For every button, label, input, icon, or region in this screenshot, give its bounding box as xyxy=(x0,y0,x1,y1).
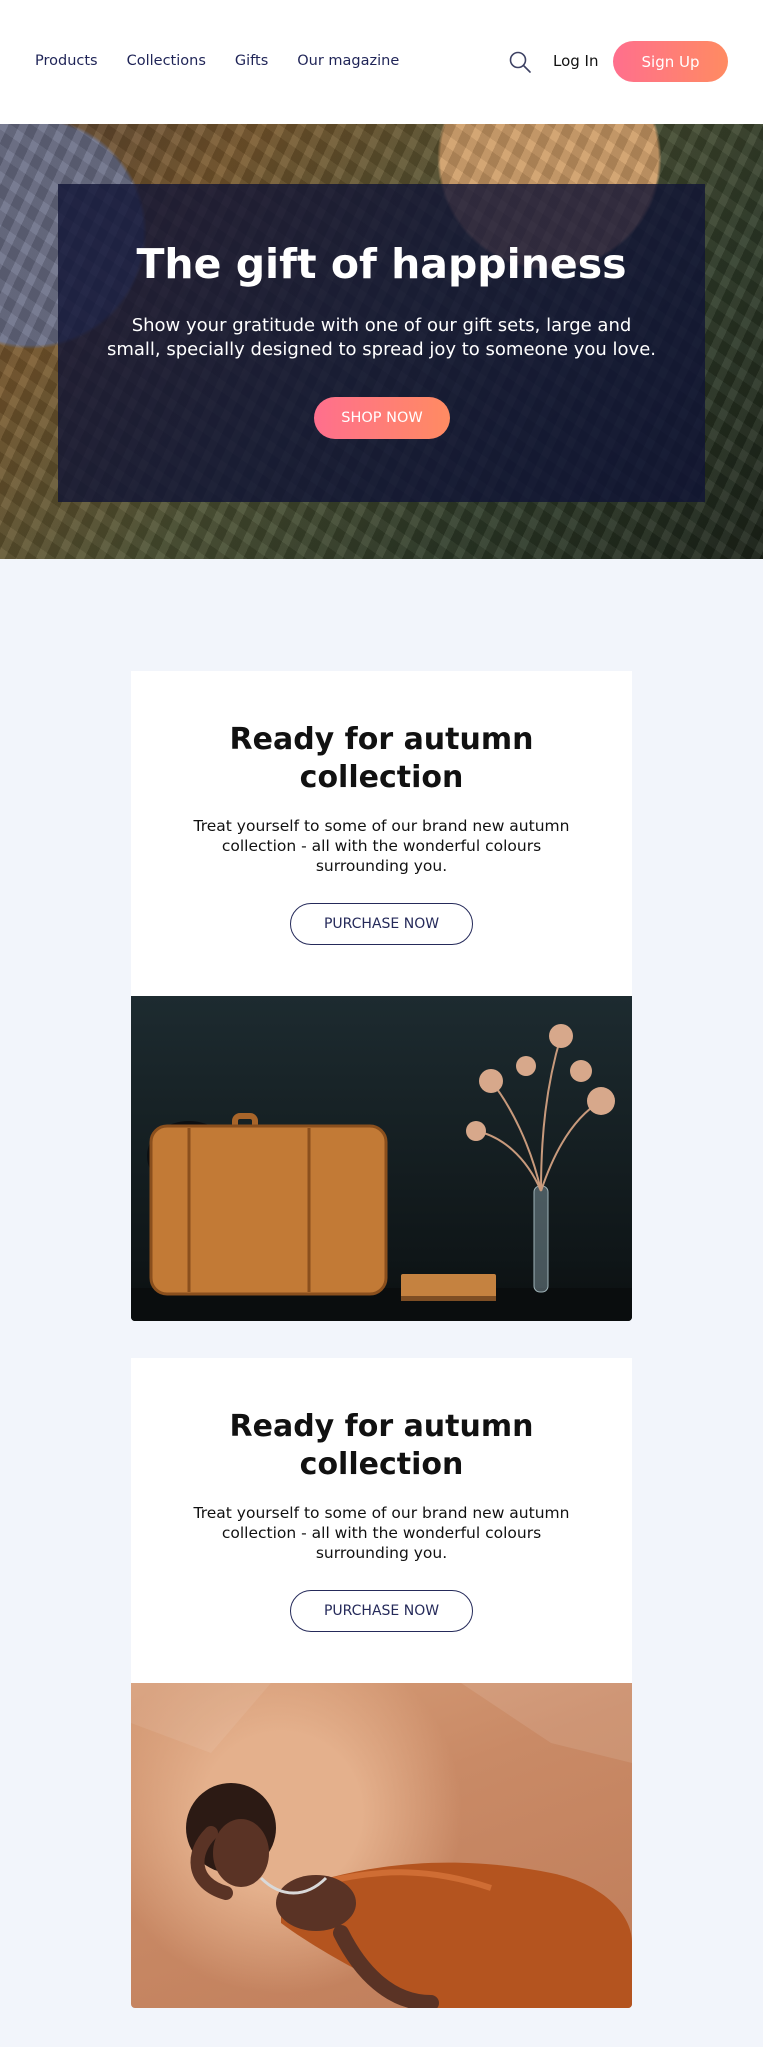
shop-now-button[interactable]: SHOP NOW xyxy=(314,397,450,439)
model-scene-image xyxy=(131,1683,632,2008)
site-header: Products Collections Gifts Our magazine … xyxy=(0,0,763,124)
card-text: Treat yourself to some of our brand new … xyxy=(193,1504,570,1562)
suitcase-scene-image xyxy=(131,1024,632,1321)
hero-text: Show your gratitude with one of our gift… xyxy=(106,315,656,360)
nav-gifts[interactable]: Gifts xyxy=(235,53,268,69)
nav-our-magazine[interactable]: Our magazine xyxy=(297,53,399,69)
collection-card: Ready for autumn collection Treat yourse… xyxy=(131,1358,632,1683)
purchase-now-button[interactable]: PURCHASE NOW xyxy=(290,1590,473,1632)
nav-collections[interactable]: Collections xyxy=(127,53,206,69)
hero-panel: The gift of happiness Show your gratitud… xyxy=(58,184,705,502)
suitcase-photo xyxy=(131,996,632,1321)
hero-banner: The gift of happiness Show your gratitud… xyxy=(0,124,763,559)
nav-products[interactable]: Products xyxy=(35,53,98,69)
hero-title: The gift of happiness xyxy=(136,240,627,288)
collection-card: Ready for autumn collection Treat yourse… xyxy=(131,671,632,996)
purchase-now-button[interactable]: PURCHASE NOW xyxy=(290,903,473,945)
main-nav: Products Collections Gifts Our magazine xyxy=(35,53,399,69)
search-icon[interactable] xyxy=(508,50,532,74)
card-title: Ready for autumn collection xyxy=(229,1409,534,1482)
card-title: Ready for autumn collection xyxy=(229,722,534,795)
signup-button[interactable]: Sign Up xyxy=(613,41,728,82)
login-link[interactable]: Log In xyxy=(553,52,599,70)
card-text: Treat yourself to some of our brand new … xyxy=(193,817,570,875)
model-photo xyxy=(131,1683,632,2008)
